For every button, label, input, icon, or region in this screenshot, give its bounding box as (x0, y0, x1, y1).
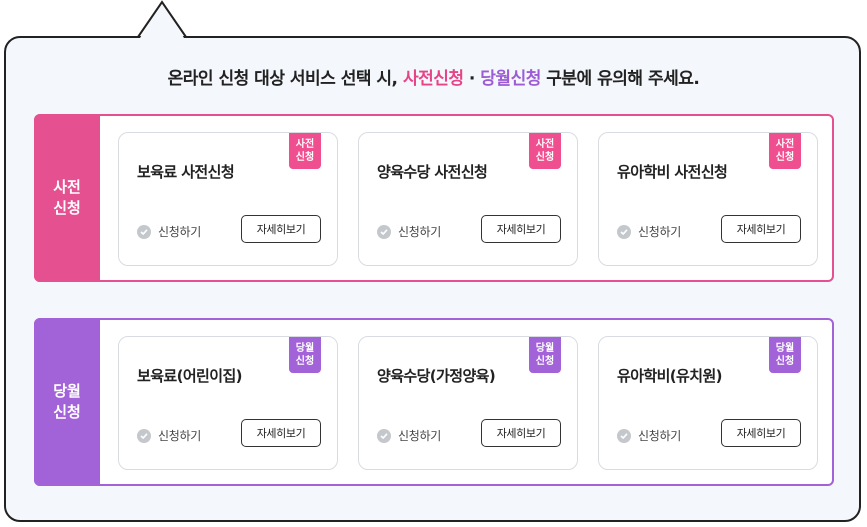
check-circle-icon (377, 224, 391, 239)
card-title: 보육료(어린이집) (137, 367, 243, 385)
apply-link[interactable]: 신청하기 (617, 223, 681, 240)
check-circle-icon (617, 224, 631, 239)
detail-button[interactable]: 자세히보기 (241, 419, 321, 447)
detail-button[interactable]: 자세히보기 (721, 419, 801, 447)
service-card-homecare-current: 당월 신청 양육수당(가정양육) 신청하기 자세히보기 (358, 336, 578, 470)
apply-label: 신청하기 (158, 225, 201, 239)
notice-highlight-pre: 사전신청 (402, 69, 464, 89)
apply-link[interactable]: 신청하기 (377, 427, 441, 444)
service-card-homecare-pre: 사전 신청 양육수당 사전신청 신청하기 자세히보기 (358, 132, 578, 266)
notice-suffix: 구분에 유의해 주세요. (540, 69, 700, 89)
card-badge: 당월 신청 (529, 337, 561, 373)
service-card-kindergarten-pre: 사전 신청 유아학비 사전신청 신청하기 자세히보기 (598, 132, 818, 266)
card-title: 양육수당 사전신청 (377, 163, 488, 181)
section-current-month-application: 당월 신청 당월 신청 보육료(어린이집) 신청하기 자세히보기 당월 신청 양… (34, 318, 834, 486)
detail-button[interactable]: 자세히보기 (481, 419, 561, 447)
apply-label: 신청하기 (158, 429, 201, 443)
apply-link[interactable]: 신청하기 (377, 223, 441, 240)
detail-button[interactable]: 자세히보기 (241, 215, 321, 243)
service-card-kindergarten-current: 당월 신청 유아학비(유치원) 신청하기 자세히보기 (598, 336, 818, 470)
apply-link[interactable]: 신청하기 (617, 427, 681, 444)
card-badge: 사전 신청 (769, 133, 801, 169)
service-card-childcare-current: 당월 신청 보육료(어린이집) 신청하기 자세히보기 (118, 336, 338, 470)
card-title: 양육수당(가정양육) (377, 367, 496, 385)
apply-link[interactable]: 신청하기 (137, 223, 201, 240)
section-label: 사전 신청 (34, 114, 100, 282)
apply-label: 신청하기 (398, 429, 441, 443)
notice-highlight-same: 당월신청 (480, 69, 541, 89)
card-title: 보육료 사전신청 (137, 163, 235, 181)
card-badge: 사전 신청 (529, 133, 561, 169)
section-pre-application: 사전 신청 사전 신청 보육료 사전신청 신청하기 자세히보기 사전 신청 양육… (34, 114, 834, 282)
detail-button[interactable]: 자세히보기 (721, 215, 801, 243)
check-circle-icon (137, 224, 151, 239)
apply-label: 신청하기 (638, 225, 681, 239)
notice-text: 온라인 신청 대상 서비스 선택 시, 사전신청 · 당월신청 구분에 유의해 … (0, 64, 867, 89)
detail-button[interactable]: 자세히보기 (481, 215, 561, 243)
card-title: 유아학비(유치원) (617, 367, 723, 385)
apply-label: 신청하기 (398, 225, 441, 239)
apply-link[interactable]: 신청하기 (137, 427, 201, 444)
card-badge: 당월 신청 (289, 337, 321, 373)
service-card-childcare-pre: 사전 신청 보육료 사전신청 신청하기 자세히보기 (118, 132, 338, 266)
card-badge: 당월 신청 (769, 337, 801, 373)
card-badge: 사전 신청 (289, 133, 321, 169)
apply-label: 신청하기 (638, 429, 681, 443)
notice-prefix: 온라인 신청 대상 서비스 선택 시, (167, 69, 403, 89)
notice-separator: · (463, 69, 481, 89)
check-circle-icon (617, 428, 631, 443)
check-circle-icon (137, 428, 151, 443)
section-label: 당월 신청 (34, 318, 100, 486)
card-title: 유아학비 사전신청 (617, 163, 728, 181)
check-circle-icon (377, 428, 391, 443)
